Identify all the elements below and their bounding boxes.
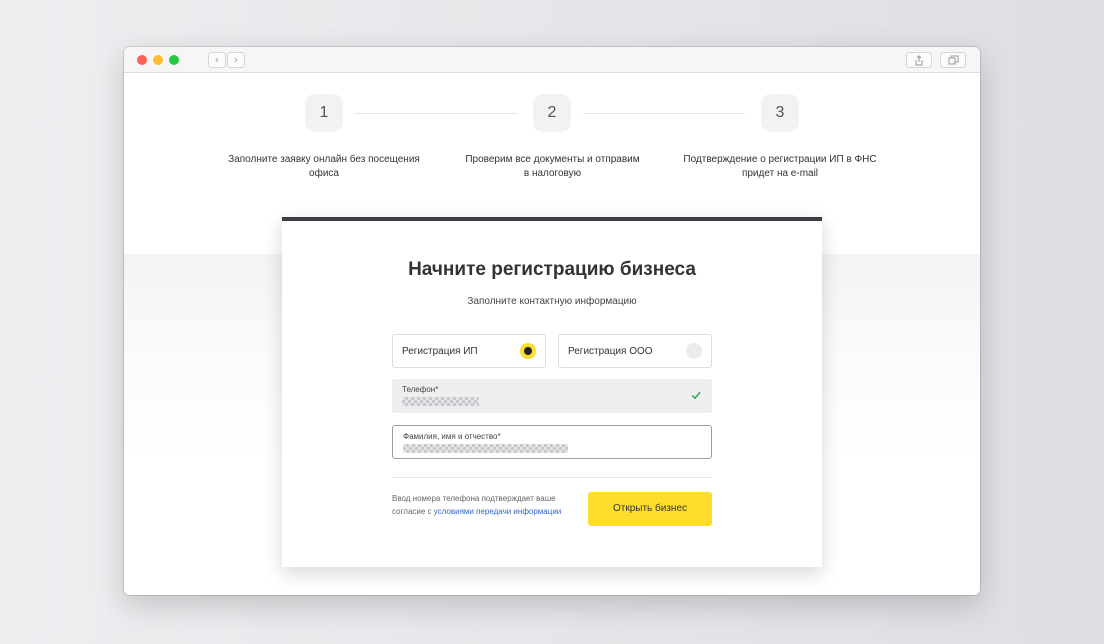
phone-value-redacted: [402, 397, 479, 406]
step-2-text: Проверим все документы и отправим в нало…: [465, 154, 640, 179]
browser-window: ‹ › 1 2 3 Заполните заявку онлайн без по…: [124, 47, 980, 595]
step-1-number: 1: [305, 94, 343, 132]
form-subtitle: Заполните контактную информацию: [467, 296, 637, 307]
radio-unselected-icon[interactable]: [686, 343, 702, 359]
page-content: 1 2 3 Заполните заявку онлайн без посеще…: [124, 74, 980, 595]
step-connector: [355, 113, 517, 114]
back-arrow-icon[interactable]: ‹: [208, 52, 226, 68]
check-icon: [691, 391, 701, 400]
option-ip[interactable]: Регистрация ИП: [392, 334, 546, 368]
zoom-window-button[interactable]: [169, 55, 179, 65]
minimize-window-button[interactable]: [153, 55, 163, 65]
consent-text: Ввод номера телефона подтверждает ваше с…: [392, 492, 577, 518]
step-1-text: Заполните заявку онлайн без посещения оф…: [228, 154, 420, 179]
form-divider: [392, 477, 712, 478]
phone-field[interactable]: Телефон*: [392, 379, 712, 413]
phone-field-label: Телефон*: [402, 385, 439, 394]
step-2-number: 2: [533, 94, 571, 132]
share-icon: [915, 55, 923, 66]
tabs-overview-icon: [948, 55, 958, 65]
radio-selected-icon[interactable]: [520, 343, 536, 359]
registration-form-card: Начните регистрацию бизнеса Заполните ко…: [282, 217, 822, 567]
tabs-button[interactable]: [940, 52, 966, 68]
browser-titlebar: ‹ ›: [124, 47, 980, 73]
step-connector: [583, 113, 745, 114]
fio-field-label: Фамилия, имя и отчество*: [403, 432, 501, 441]
option-ooo[interactable]: Регистрация ООО: [558, 334, 712, 368]
forward-arrow-icon[interactable]: ›: [227, 52, 245, 68]
consent-link[interactable]: условиями передачи информации: [434, 507, 562, 516]
close-window-button[interactable]: [137, 55, 147, 65]
step-3-number: 3: [761, 94, 799, 132]
option-ip-label: Регистрация ИП: [402, 346, 478, 357]
fio-value-redacted: [403, 444, 568, 453]
fio-field[interactable]: Фамилия, имя и отчество*: [392, 425, 712, 459]
open-business-button[interactable]: Открыть бизнес: [588, 492, 712, 526]
step-3-text: Подтверждение о регистрации ИП в ФНС при…: [683, 154, 877, 179]
share-button[interactable]: [906, 52, 932, 68]
option-ooo-label: Регистрация ООО: [568, 346, 653, 357]
form-title: Начните регистрацию бизнеса: [408, 259, 696, 280]
